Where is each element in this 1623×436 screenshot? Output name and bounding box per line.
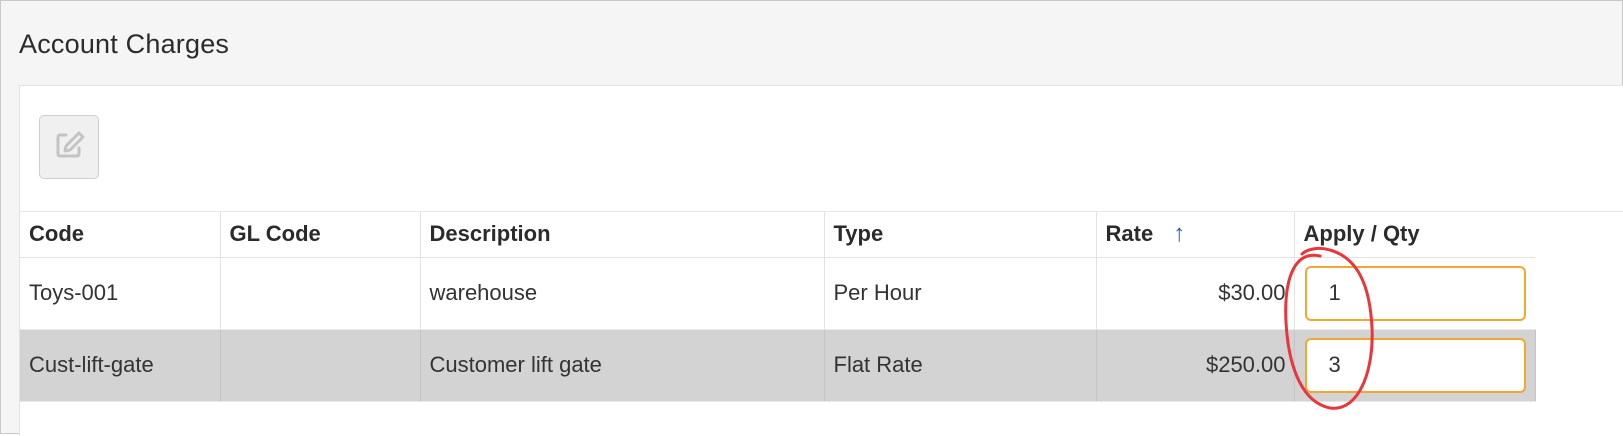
table-row[interactable]: Toys-001 warehouse Per Hour $30.00 <box>20 257 1535 330</box>
table-row[interactable]: Cust-lift-gate Customer lift gate Flat R… <box>20 329 1536 402</box>
table-header-row: Code GL Code Description Type Rate ↑ Appl… <box>20 212 1535 258</box>
cell-apply-qty <box>1294 257 1535 330</box>
cell-rate: $30.00 <box>1096 257 1295 330</box>
column-header-code[interactable]: Code <box>20 212 221 258</box>
cell-description: Customer lift gate <box>420 329 825 402</box>
column-header-apply-qty[interactable]: Apply / Qty <box>1294 212 1535 258</box>
cell-gl-code <box>220 257 421 330</box>
cell-rate: $250.00 <box>1096 329 1295 402</box>
charges-content: Code GL Code Description Type Rate ↑ Appl… <box>19 85 1623 436</box>
qty-input[interactable] <box>1304 265 1526 321</box>
column-header-gl-code[interactable]: GL Code <box>220 212 421 258</box>
column-header-rate[interactable]: Rate ↑ <box>1096 212 1295 258</box>
cell-type: Flat Rate <box>824 329 1097 402</box>
charges-table: Code GL Code Description Type Rate ↑ Appl… <box>20 212 1536 402</box>
column-header-type[interactable]: Type <box>824 212 1097 258</box>
cell-type: Per Hour <box>824 257 1097 330</box>
cell-gl-code <box>220 329 421 402</box>
panel-title: Account Charges <box>19 29 230 59</box>
sort-ascending-icon: ↑ <box>1173 220 1186 248</box>
cell-description: warehouse <box>420 257 825 330</box>
cell-code: Toys-001 <box>20 257 221 330</box>
edit-button[interactable] <box>39 115 99 179</box>
account-charges-panel: Account Charges Code GL Code Description <box>0 0 1623 436</box>
cell-code: Cust-lift-gate <box>20 329 221 402</box>
column-header-description[interactable]: Description <box>420 212 825 258</box>
cell-apply-qty <box>1294 329 1536 402</box>
qty-input[interactable] <box>1304 337 1526 393</box>
edit-icon <box>52 128 86 167</box>
